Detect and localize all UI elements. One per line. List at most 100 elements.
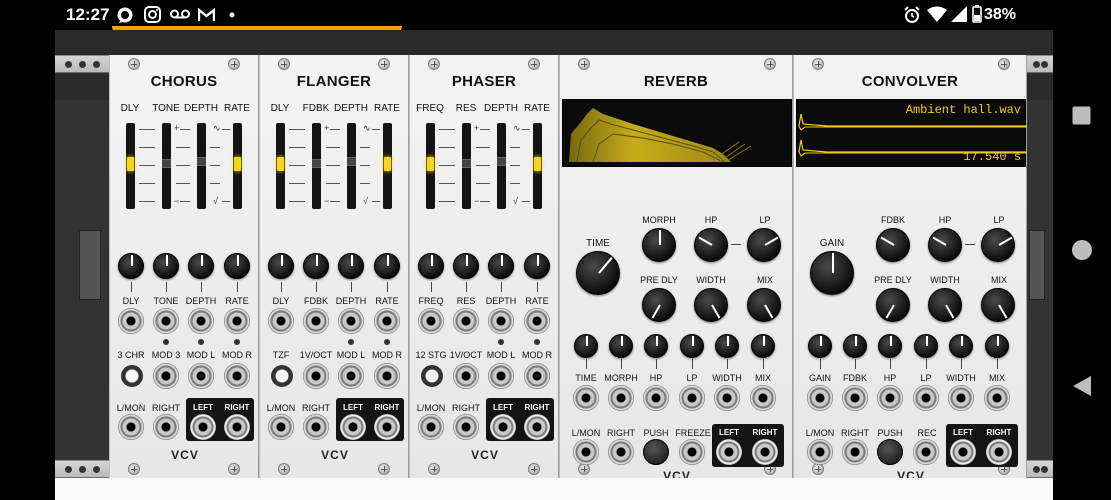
- phaser-freq-knob[interactable]: [418, 253, 444, 279]
- reverb-time-cv-jack[interactable]: [573, 385, 599, 411]
- phaser-modl-jack[interactable]: [488, 363, 514, 389]
- phaser-depth-slider[interactable]: [497, 123, 506, 209]
- chorus-dly-knob[interactable]: [118, 253, 144, 279]
- convolver-fdbk-knob[interactable]: [876, 228, 910, 262]
- chorus-right-output-jack[interactable]: [224, 414, 250, 440]
- reverb-lp-cv-knob[interactable]: [680, 334, 704, 358]
- chorus-depth-cv-jack[interactable]: [188, 308, 214, 334]
- phaser-res-cv-jack[interactable]: [453, 308, 479, 334]
- phaser-freq-slider[interactable]: [426, 123, 435, 209]
- chorus-rate-knob[interactable]: [224, 253, 250, 279]
- chorus-left-output-jack[interactable]: [190, 414, 216, 440]
- reverb-width-cv-knob[interactable]: [715, 334, 739, 358]
- flanger-dly-knob[interactable]: [268, 253, 294, 279]
- phaser-modr-jack[interactable]: [524, 363, 550, 389]
- reverb-mix-cv-jack[interactable]: [750, 385, 776, 411]
- flanger-dly-slider[interactable]: [276, 123, 285, 209]
- phaser-rate-cv-jack[interactable]: [524, 308, 550, 334]
- convolver-mix-cv-jack[interactable]: [984, 385, 1010, 411]
- convolver-rec-push-button[interactable]: [877, 439, 903, 465]
- convolver-mix-knob[interactable]: [981, 288, 1015, 322]
- reverb-time-knob[interactable]: [576, 251, 620, 295]
- flanger-rate-cv-jack[interactable]: [374, 308, 400, 334]
- convolver-fdbk-cv-jack[interactable]: [842, 385, 868, 411]
- chorus-modl-jack[interactable]: [188, 363, 214, 389]
- flanger-depth-cv-jack[interactable]: [338, 308, 364, 334]
- phaser-depth-cv-jack[interactable]: [488, 308, 514, 334]
- convolver-left-output-jack[interactable]: [950, 439, 976, 465]
- convolver-width-knob[interactable]: [928, 288, 962, 322]
- convolver-right-output-jack[interactable]: [986, 439, 1012, 465]
- reverb-left-output-jack[interactable]: [716, 439, 742, 465]
- convolver-hp-cv-knob[interactable]: [878, 334, 902, 358]
- chorus-tone-slider[interactable]: [162, 123, 171, 209]
- reverb-hp-knob[interactable]: [694, 228, 728, 262]
- convolver-width-cv-jack[interactable]: [948, 385, 974, 411]
- reverb-hp-cv-knob[interactable]: [644, 334, 668, 358]
- convolver-rec-cv-jack[interactable]: [913, 439, 939, 465]
- flanger-left-input-jack[interactable]: [268, 414, 294, 440]
- phaser-res-slider[interactable]: [462, 123, 471, 209]
- reverb-mix-knob[interactable]: [747, 288, 781, 322]
- chorus-rate-slider[interactable]: [233, 123, 242, 209]
- convolver-lp-cv-jack[interactable]: [913, 385, 939, 411]
- flanger-rate-slider[interactable]: [383, 123, 392, 209]
- back-icon[interactable]: [1073, 376, 1091, 396]
- convolver-left-input-jack[interactable]: [807, 439, 833, 465]
- convolver-hp-knob[interactable]: [928, 228, 962, 262]
- chorus-depth-knob[interactable]: [188, 253, 214, 279]
- flanger-dly-cv-jack[interactable]: [268, 308, 294, 334]
- convolver-predly-knob[interactable]: [876, 288, 910, 322]
- phaser-left-input-jack[interactable]: [418, 414, 444, 440]
- reverb-freeze-push-button[interactable]: [643, 439, 669, 465]
- reverb-right-output-jack[interactable]: [752, 439, 778, 465]
- convolver-gain-cv-jack[interactable]: [807, 385, 833, 411]
- phaser-left-output-jack[interactable]: [490, 414, 516, 440]
- flanger-left-output-jack[interactable]: [340, 414, 366, 440]
- chorus-tone-knob[interactable]: [153, 253, 179, 279]
- phaser-12stg-button[interactable]: [421, 365, 443, 387]
- flanger-right-input-jack[interactable]: [303, 414, 329, 440]
- flanger-depth-slider[interactable]: [347, 123, 356, 209]
- reverb-width-cv-jack[interactable]: [714, 385, 740, 411]
- convolver-lp-cv-knob[interactable]: [914, 334, 938, 358]
- phaser-freq-cv-jack[interactable]: [418, 308, 444, 334]
- flanger-rate-knob[interactable]: [374, 253, 400, 279]
- phaser-res-knob[interactable]: [453, 253, 479, 279]
- chorus-tone-cv-jack[interactable]: [153, 308, 179, 334]
- reverb-morph-cv-jack[interactable]: [608, 385, 634, 411]
- phaser-rate-slider[interactable]: [533, 123, 542, 209]
- chorus-depth-slider[interactable]: [197, 123, 206, 209]
- reverb-time-cv-knob[interactable]: [574, 334, 598, 358]
- convolver-gain-cv-knob[interactable]: [808, 334, 832, 358]
- chorus-right-input-jack[interactable]: [153, 414, 179, 440]
- flanger-1voct-jack[interactable]: [303, 363, 329, 389]
- reverb-lp-knob[interactable]: [747, 228, 781, 262]
- chorus-dly-slider[interactable]: [126, 123, 135, 209]
- convolver-right-input-jack[interactable]: [842, 439, 868, 465]
- convolver-fdbk-cv-knob[interactable]: [843, 334, 867, 358]
- reverb-right-input-jack[interactable]: [608, 439, 634, 465]
- reverb-hp-cv-jack[interactable]: [643, 385, 669, 411]
- flanger-modl-jack[interactable]: [338, 363, 364, 389]
- reverb-morph-knob[interactable]: [642, 228, 676, 262]
- flanger-fdbk-knob[interactable]: [303, 253, 329, 279]
- chorus-3chr-button[interactable]: [121, 365, 143, 387]
- convolver-gain-knob[interactable]: [810, 251, 854, 295]
- reverb-freeze-cv-jack[interactable]: [679, 439, 705, 465]
- home-icon[interactable]: [1071, 239, 1093, 261]
- phaser-1voct-jack[interactable]: [453, 363, 479, 389]
- reverb-left-input-jack[interactable]: [573, 439, 599, 465]
- convolver-lp-knob[interactable]: [981, 228, 1015, 262]
- phaser-right-output-jack[interactable]: [524, 414, 550, 440]
- recents-icon[interactable]: [1072, 106, 1091, 125]
- reverb-morph-cv-knob[interactable]: [609, 334, 633, 358]
- reverb-mix-cv-knob[interactable]: [751, 334, 775, 358]
- convolver-hp-cv-jack[interactable]: [877, 385, 903, 411]
- chorus-mod3-jack[interactable]: [153, 363, 179, 389]
- convolver-mix-cv-knob[interactable]: [985, 334, 1009, 358]
- flanger-right-output-jack[interactable]: [374, 414, 400, 440]
- flanger-fdbk-slider[interactable]: [312, 123, 321, 209]
- flanger-depth-knob[interactable]: [338, 253, 364, 279]
- flanger-tzf-button[interactable]: [271, 365, 293, 387]
